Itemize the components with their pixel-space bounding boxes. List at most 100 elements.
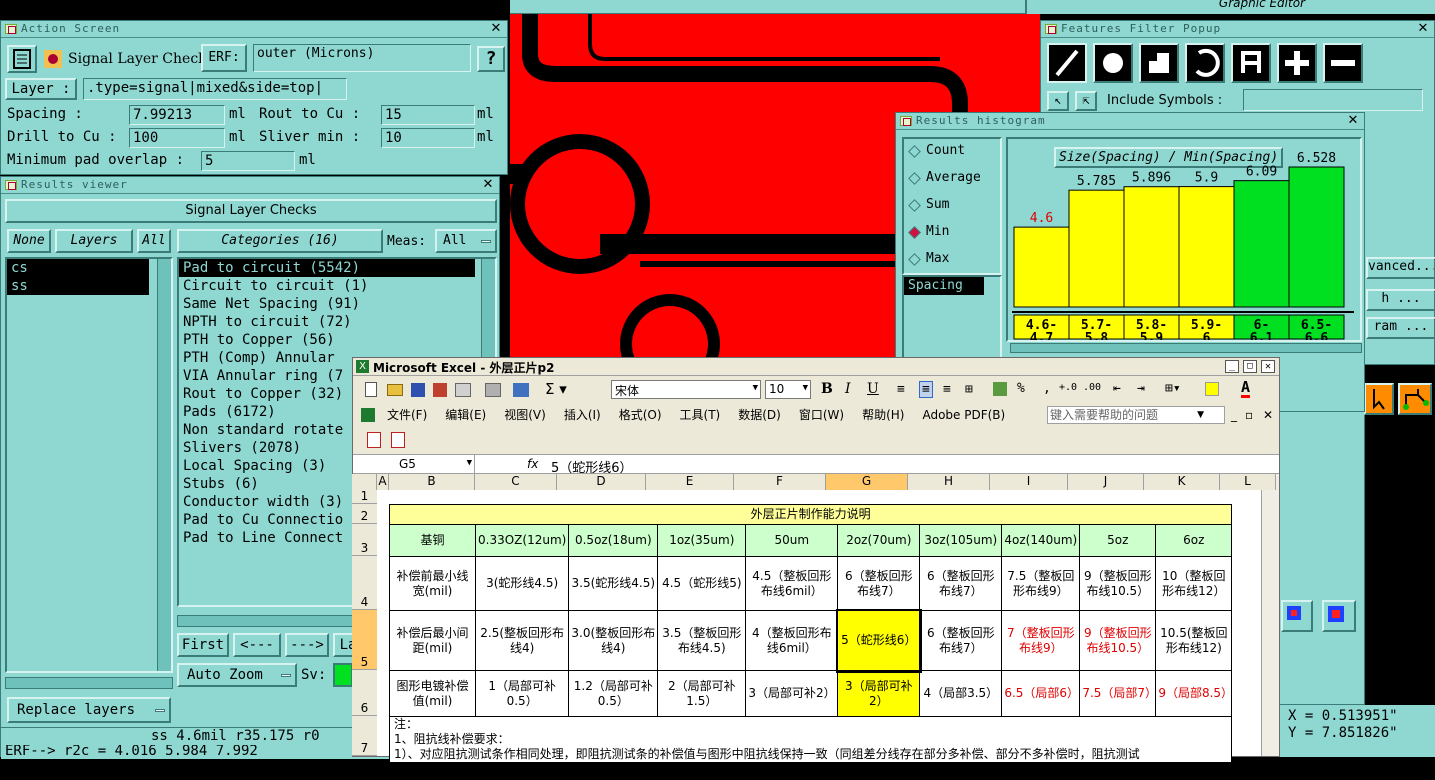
indent-icon[interactable]: ⇥ [1137,381,1145,396]
check-list-icon[interactable] [7,45,37,73]
table-cell[interactable]: 9（整板回形布线10.5） [1079,610,1157,671]
table-cell[interactable]: 基铜 [389,524,476,557]
sv-indicator[interactable] [333,663,353,687]
excel-vscroll[interactable] [1261,476,1279,756]
column-header[interactable]: D [557,474,646,490]
menu-item[interactable]: 格式(O) [619,408,662,422]
none-button[interactable]: None [7,229,51,253]
table-cell[interactable]: 5oz [1079,524,1157,557]
bold-icon[interactable]: B [821,381,833,397]
text-tool-icon[interactable] [1231,43,1271,83]
help-button[interactable]: ? [477,46,505,72]
table-cell[interactable]: 6（整板回形布线7） [919,610,1003,671]
menu-item[interactable]: 数据(D) [738,408,781,422]
table-cell[interactable]: 3oz(105um) [919,524,1003,557]
decrease-decimal-icon[interactable]: .00 [1083,382,1101,393]
borders-icon[interactable]: ⊞▾ [1165,381,1181,396]
layers-button[interactable]: Layers [55,229,133,253]
font-dropdown[interactable]: 宋体 ▼ [611,380,761,399]
column-header[interactable]: L [1220,474,1276,490]
table-cell[interactable]: 4.5（整板回形布线6mil） [745,556,839,611]
comma-icon[interactable]: , [1043,381,1051,396]
table-cell[interactable]: 3.5（整板回形布线4.5) [657,610,747,671]
increase-decimal-icon[interactable]: +.0 [1059,382,1077,393]
table-cell[interactable]: 10（整板回形布线12） [1155,556,1233,611]
align-left-icon[interactable]: ≡ [897,382,905,397]
histogram-option[interactable]: Sum [926,197,949,212]
table-cell[interactable]: 7（整板回形布线9） [1001,610,1081,671]
doc-minimize-icon[interactable]: _ [1231,404,1237,426]
category-item[interactable]: Pad to circuit (5542) [179,259,475,277]
pad-tool-icon[interactable] [1093,43,1133,83]
table-cell[interactable]: 4.5（蛇形线5) [657,556,747,611]
histogram-option[interactable]: Min [926,224,949,239]
histogram-bar[interactable] [1013,226,1070,308]
new-icon[interactable] [365,382,377,397]
open-icon[interactable] [387,384,403,396]
erf-button[interactable]: ERF: [201,44,247,72]
table-cell[interactable]: 6（整板回形布线7） [837,556,921,611]
table-cell[interactable]: 2oz(70um) [837,524,921,557]
categories-button[interactable]: Categories (16) [177,229,383,253]
prev-button[interactable]: <--- [233,633,281,657]
close-icon[interactable]: ✕ [490,22,503,35]
percent-icon[interactable]: % [1017,381,1025,396]
table-cell[interactable]: 7.5（整板回形布线9） [1001,556,1081,611]
table-cell[interactable]: 3.5(蛇形线4.5) [568,556,659,611]
minimize-icon[interactable]: _ [1225,360,1239,373]
filter-button-3[interactable]: ram ... [1366,317,1435,339]
table-cell[interactable]: 补偿前最小线宽(mil) [389,556,476,611]
email-icon[interactable] [455,383,471,397]
help-search-input[interactable]: 键入需要帮助的问题 ▼ [1047,406,1225,424]
column-header[interactable]: A [377,474,389,490]
all-button[interactable]: All [137,229,171,253]
rout-field[interactable]: 15 [381,105,475,125]
auto-zoom-dropdown[interactable]: Auto Zoom [177,663,297,687]
table-cell[interactable]: 10.5(整板回形布线12) [1155,610,1233,671]
layer-button[interactable]: Layer : [5,78,77,100]
table-cell[interactable]: 9（局部8.5） [1155,670,1233,717]
align-center-icon[interactable]: ≡ [919,381,933,398]
restore-icon[interactable]: □ [1243,360,1257,373]
row-header[interactable]: 7 [352,716,377,756]
layer-field[interactable]: .type=signal|mixed&side=top| [83,78,347,100]
category-item[interactable]: Same Net Spacing (91) [179,295,475,313]
pointer-tool-icon[interactable] [1364,383,1394,415]
replace-layers-dropdown[interactable]: Replace layers [7,697,171,723]
table-cell[interactable]: 4（局部3.5） [919,670,1003,717]
table-cell[interactable]: 6oz [1155,524,1233,557]
row-header[interactable]: 2 [352,504,377,524]
overlap-field[interactable]: 5 [201,151,295,171]
drill-field[interactable]: 100 [129,128,225,148]
surface-tool-icon[interactable] [1139,43,1179,83]
next-button[interactable]: ---> [285,633,329,657]
pdf-email-icon[interactable] [391,432,405,448]
fit-icon[interactable] [1281,600,1313,632]
merge-icon[interactable]: ⊞ [965,382,973,397]
close-icon[interactable]: ✕ [1347,114,1360,127]
route-tool-icon[interactable] [1398,383,1432,415]
column-header[interactable]: I [990,474,1068,490]
arrow-nw2-icon[interactable]: ⇱ [1075,91,1097,111]
italic-icon[interactable]: I [845,381,851,397]
category-item[interactable]: Circuit to circuit (1) [179,277,475,295]
table-cell[interactable]: 3（局部可补2） [745,670,839,717]
table-cell[interactable]: 3(蛇形线4.5) [474,556,570,611]
histogram-bar[interactable] [1288,166,1345,308]
histogram-hscroll[interactable] [1010,343,1362,353]
filter-button-2[interactable]: h ... [1366,289,1435,311]
layer-item[interactable]: ss [7,277,149,295]
outdent-icon[interactable]: ⇤ [1113,381,1121,396]
print-icon[interactable] [485,383,501,397]
pdf-convert-icon[interactable] [367,432,381,448]
table-cell[interactable]: 3（局部可补2） [837,670,921,717]
meas-dropdown[interactable]: All [435,229,497,253]
histogram-option[interactable]: Max [926,251,949,266]
table-cell[interactable]: 3.0(整板回形布线4) [568,610,659,671]
column-header[interactable]: E [646,474,734,490]
first-button[interactable]: First [177,633,229,657]
histogram-bar[interactable] [1178,186,1235,308]
align-right-icon[interactable]: ≡ [943,382,951,397]
row-header[interactable]: 5 [352,610,377,670]
menu-item[interactable]: 帮助(H) [862,408,904,422]
